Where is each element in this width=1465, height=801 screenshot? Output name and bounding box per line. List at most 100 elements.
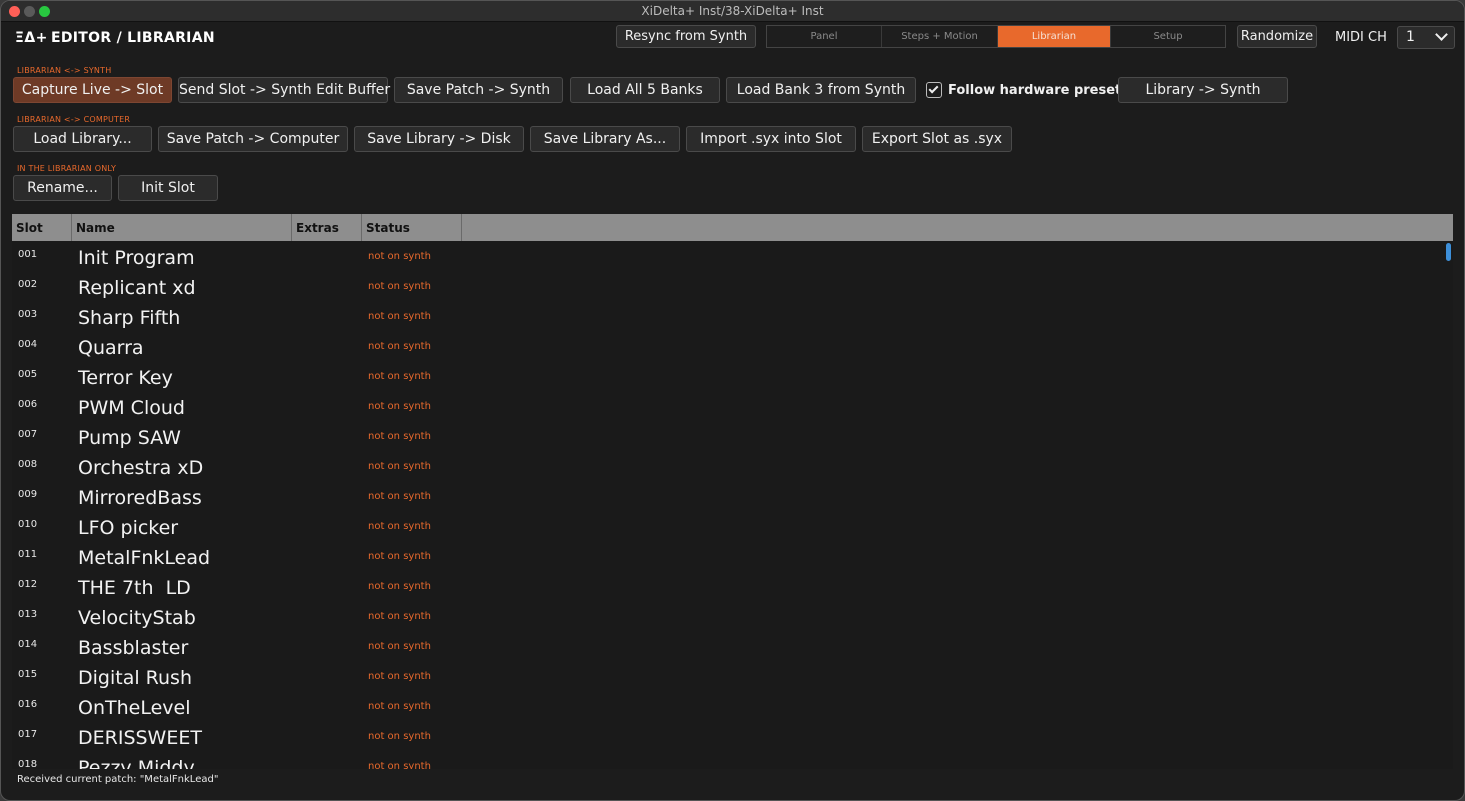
table-row[interactable]: 014 Bassblaster not on synth <box>12 631 1442 661</box>
export-syx-button[interactable]: Export Slot as .syx <box>862 126 1012 152</box>
slot-number: 003 <box>18 309 38 320</box>
send-slot-to-synth-button[interactable]: Send Slot -> Synth Edit Buffer <box>178 77 390 103</box>
status-bar: Received current patch: "MetalFnkLead" <box>17 774 219 785</box>
window-title: XiDelta+ Inst/38-XiDelta+ Inst <box>641 4 824 18</box>
table-row[interactable]: 008 Orchestra xD not on synth <box>12 451 1442 481</box>
table-row[interactable]: 011 MetalFnkLead not on synth <box>12 541 1442 571</box>
slot-number: 005 <box>18 369 38 380</box>
app-header: ΞΔ+ EDITOR / LIBRARIAN Resync from Synth… <box>1 23 1464 53</box>
init-slot-button[interactable]: Init Slot <box>118 175 218 201</box>
patch-name: Sharp Fifth <box>78 307 181 329</box>
slot-number: 013 <box>18 609 38 620</box>
randomize-button[interactable]: Randomize <box>1237 25 1317 48</box>
slot-number: 007 <box>18 429 38 440</box>
follow-hardware-presets-checkbox[interactable] <box>926 82 942 98</box>
midi-channel-select[interactable]: 1 <box>1397 26 1455 49</box>
table-row[interactable]: 016 OnTheLevel not on synth <box>12 691 1442 721</box>
patch-status: not on synth <box>368 761 431 769</box>
rename-button[interactable]: Rename... <box>13 175 112 201</box>
slot-number: 006 <box>18 399 38 410</box>
load-all-banks-button[interactable]: Load All 5 Banks <box>570 77 720 103</box>
tab-panel[interactable]: Panel <box>767 26 882 47</box>
slot-number: 010 <box>18 519 38 530</box>
slot-number: 016 <box>18 699 38 710</box>
save-library-as-button[interactable]: Save Library As... <box>530 126 680 152</box>
table-row[interactable]: 013 VelocityStab not on synth <box>12 601 1442 631</box>
slot-number: 012 <box>18 579 38 590</box>
slot-number: 011 <box>18 549 38 560</box>
patch-name: Pump SAW <box>78 427 181 449</box>
patch-name: LFO picker <box>78 517 179 539</box>
table-row[interactable]: 001 Init Program not on synth <box>12 241 1442 271</box>
save-patch-to-computer-button[interactable]: Save Patch -> Computer <box>158 126 348 152</box>
patch-status: not on synth <box>368 311 431 322</box>
patch-name: Digital Rush <box>78 667 192 689</box>
patch-status: not on synth <box>368 491 431 502</box>
tab-setup[interactable]: Setup <box>1111 26 1225 47</box>
table-row[interactable]: 006 PWM Cloud not on synth <box>12 391 1442 421</box>
patch-status: not on synth <box>368 401 431 412</box>
table-row[interactable]: 003 Sharp Fifth not on synth <box>12 301 1442 331</box>
slot-number: 015 <box>18 669 38 680</box>
slot-number: 004 <box>18 339 38 350</box>
slot-number: 001 <box>18 249 38 260</box>
table-row[interactable]: 007 Pump SAW not on synth <box>12 421 1442 451</box>
column-header-name[interactable]: Name <box>72 214 292 241</box>
table-row[interactable]: 015 Digital Rush not on synth <box>12 661 1442 691</box>
slot-number: 018 <box>18 759 38 769</box>
table-scrollbar[interactable] <box>1446 243 1451 261</box>
table-header: Slot Name Extras Status <box>12 214 1453 241</box>
resync-from-synth-button[interactable]: Resync from Synth <box>616 25 756 48</box>
section-label-librarian: IN THE LIBRARIAN ONLY <box>17 164 117 173</box>
library-to-synth-button[interactable]: Library -> Synth <box>1118 77 1288 103</box>
table-row[interactable]: 010 LFO picker not on synth <box>12 511 1442 541</box>
patch-name: PWM Cloud <box>78 397 185 419</box>
save-patch-to-synth-button[interactable]: Save Patch -> Synth <box>394 77 563 103</box>
patch-status: not on synth <box>368 581 431 592</box>
chevron-down-icon <box>1435 28 1448 41</box>
slot-number: 008 <box>18 459 38 470</box>
column-header-status[interactable]: Status <box>362 214 462 241</box>
patch-name: MirroredBass <box>78 487 202 509</box>
table-row[interactable]: 004 Quarra not on synth <box>12 331 1442 361</box>
column-header-extras[interactable]: Extras <box>292 214 362 241</box>
checkmark-icon <box>928 83 939 94</box>
table-row[interactable]: 005 Terror Key not on synth <box>12 361 1442 391</box>
table-row[interactable]: 018 Pezzy Middy not on synth <box>12 751 1442 769</box>
table-row[interactable]: 002 Replicant xd not on synth <box>12 271 1442 301</box>
title-bar: XiDelta+ Inst/38-XiDelta+ Inst <box>1 1 1464 22</box>
patch-name: THE 7th LD <box>78 577 191 599</box>
patch-table: Slot Name Extras Status 001 Init Program n… <box>12 214 1453 769</box>
patch-status: not on synth <box>368 701 431 712</box>
import-syx-button[interactable]: Import .syx into Slot <box>686 126 856 152</box>
patch-name: DERISSWEET <box>78 727 202 749</box>
table-row[interactable]: 009 MirroredBass not on synth <box>12 481 1442 511</box>
load-library-button[interactable]: Load Library... <box>13 126 152 152</box>
patch-status: not on synth <box>368 641 431 652</box>
load-bank-from-synth-button[interactable]: Load Bank 3 from Synth <box>726 77 916 103</box>
patch-name: Init Program <box>78 247 195 269</box>
patch-status: not on synth <box>368 371 431 382</box>
patch-status: not on synth <box>368 281 431 292</box>
patch-name: Replicant xd <box>78 277 196 299</box>
capture-live-to-slot-button[interactable]: Capture Live -> Slot <box>13 77 172 103</box>
patch-name: OnTheLevel <box>78 697 191 719</box>
app-logo: ΞΔ+ <box>15 30 48 46</box>
follow-hardware-presets-label[interactable]: Follow hardware presets <box>948 83 1129 98</box>
tab-librarian[interactable]: Librarian <box>998 26 1111 47</box>
patch-name: MetalFnkLead <box>78 547 211 569</box>
section-label-computer: LIBRARIAN <-> COMPUTER <box>17 115 131 124</box>
patch-name: Bassblaster <box>78 637 189 659</box>
column-header-slot[interactable]: Slot <box>12 214 72 241</box>
page-title: EDITOR / LIBRARIAN <box>51 30 215 46</box>
patch-status: not on synth <box>368 551 431 562</box>
mode-tabs: Panel Steps + Motion Librarian Setup <box>766 25 1226 48</box>
midi-channel-value: 1 <box>1406 29 1415 45</box>
patch-name: Orchestra xD <box>78 457 204 479</box>
save-library-to-disk-button[interactable]: Save Library -> Disk <box>354 126 524 152</box>
patch-status: not on synth <box>368 611 431 622</box>
patch-status: not on synth <box>368 731 431 742</box>
tab-steps-motion[interactable]: Steps + Motion <box>882 26 998 47</box>
table-row[interactable]: 012 THE 7th LD not on synth <box>12 571 1442 601</box>
table-row[interactable]: 017 DERISSWEET not on synth <box>12 721 1442 751</box>
